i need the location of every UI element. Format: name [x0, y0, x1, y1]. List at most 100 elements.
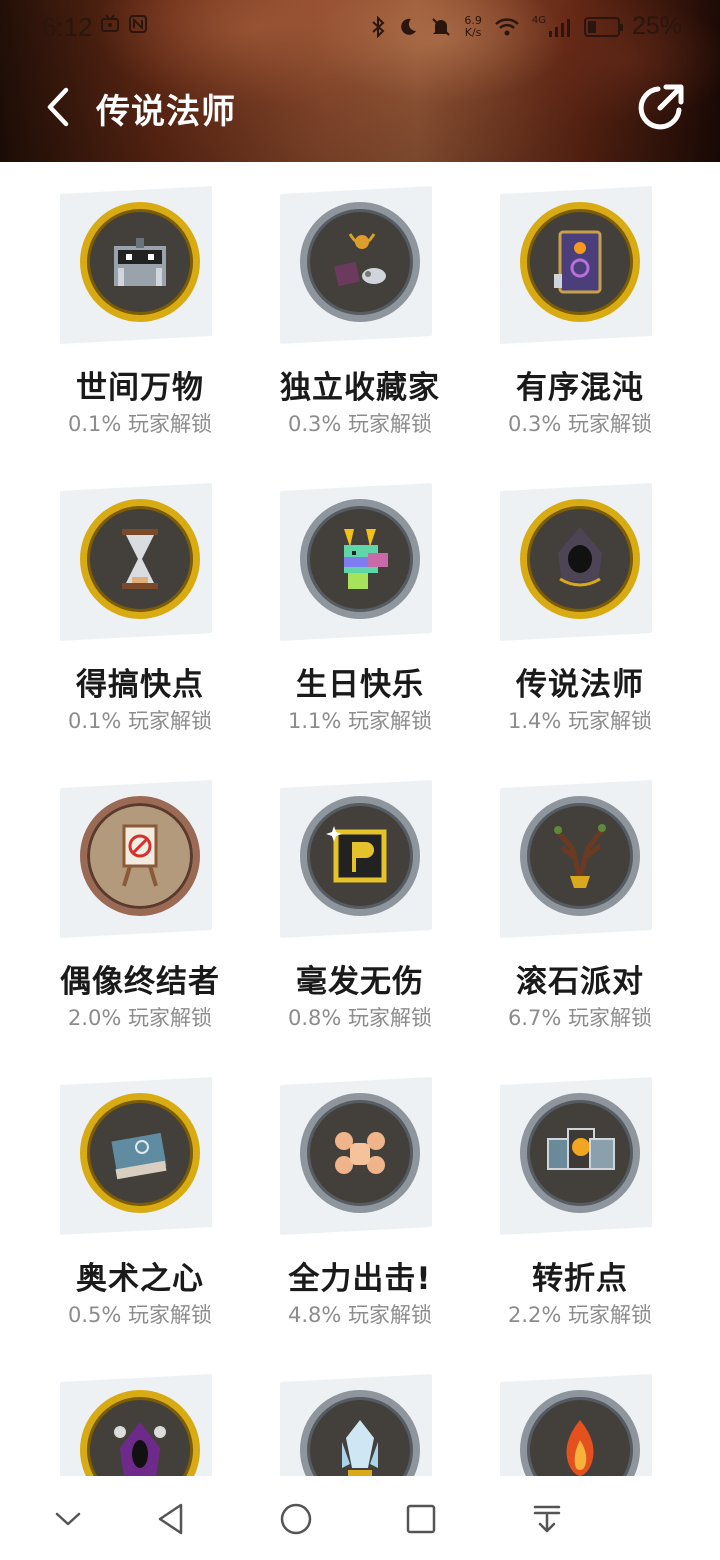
achievement-title: 奥术之心	[76, 1261, 204, 1297]
silver-ring-badge	[300, 796, 420, 916]
achievement-grid: 世间万物 0.1% 玩家解锁 独立收藏家 0.3% 玩家解锁 有序混沌 0.3% 玩家解锁…	[0, 162, 720, 1476]
achievement-unlock-rate: 2.0% 玩家解锁	[67, 1006, 213, 1030]
share-button[interactable]	[632, 80, 688, 136]
nfc-icon	[129, 15, 147, 33]
achievement-title: 世间万物	[76, 370, 204, 406]
gold-ring-badge	[520, 499, 640, 619]
speed-unit: K/s	[464, 25, 482, 39]
share-icon	[638, 84, 684, 130]
network-speed: 6.9 K/s	[464, 13, 482, 39]
achievement-title: 毫发无伤	[296, 964, 424, 1000]
achievement-badge-wrap	[280, 1077, 440, 1235]
achievement-item[interactable]: 得搞快点 0.1% 玩家解锁	[40, 459, 240, 739]
treant-mask-icon	[554, 824, 606, 888]
achievement-title: 独立收藏家	[280, 370, 440, 406]
easel-sign-icon	[122, 824, 158, 887]
back-triangle-icon	[158, 1503, 183, 1535]
achievement-item[interactable]: 偶像终结者 2.0% 玩家解锁	[40, 756, 240, 1036]
bronze-ring-badge	[80, 796, 200, 916]
achievement-item[interactable]: 传说法师 1.4% 玩家解锁	[480, 459, 680, 739]
achievement-unlock-rate: 0.8% 玩家解锁	[287, 1006, 433, 1030]
collectibles-icon	[334, 233, 386, 287]
achievement-badge-wrap	[500, 1077, 660, 1235]
silver-ring-badge	[520, 796, 640, 916]
treasure-chest-icon	[114, 238, 166, 286]
achievement-item[interactable]: 世间万物 0.1% 玩家解锁	[40, 162, 240, 442]
wifi-icon	[494, 17, 519, 35]
recents-square-icon	[406, 1504, 436, 1534]
achievement-item[interactable]: 毫发无伤 0.8% 玩家解锁	[260, 756, 460, 1036]
nav-pull-down-button[interactable]	[522, 1494, 572, 1544]
achievement-title: 滚石派对	[516, 964, 644, 1000]
achievement-unlock-rate: 6.7% 玩家解锁	[507, 1006, 653, 1030]
achievement-title: 转折点	[532, 1261, 628, 1297]
silver-ring-badge	[300, 499, 420, 619]
achievement-item[interactable]	[480, 1350, 680, 1476]
achievement-item[interactable]: 全力出击! 4.8% 玩家解锁	[260, 1053, 460, 1333]
achievement-title: 传说法师	[516, 667, 644, 703]
achievement-title: 偶像终结者	[60, 964, 220, 1000]
achievement-badge-wrap	[60, 186, 220, 344]
achievement-badge-wrap	[500, 1374, 660, 1476]
achievement-badge-wrap	[500, 186, 660, 344]
battery-icon	[583, 16, 623, 37]
spellbook-icon	[111, 1132, 167, 1180]
achievement-unlock-rate: 0.5% 玩家解锁	[67, 1303, 213, 1327]
cards-icon	[547, 1128, 615, 1170]
gold-ring-badge	[80, 202, 200, 322]
pull-down-icon	[533, 1505, 561, 1533]
silver-ring-badge	[300, 202, 420, 322]
achievement-item[interactable]	[260, 1350, 460, 1476]
achievement-item[interactable]: 有序混沌 0.3% 玩家解锁	[480, 162, 680, 442]
chevron-left-icon	[47, 87, 69, 127]
status-time: 6:12	[42, 12, 93, 42]
achievement-badge-wrap	[280, 1374, 440, 1476]
achievement-badge-wrap	[60, 780, 220, 938]
gold-ring-badge	[80, 499, 200, 619]
achievement-unlock-rate: 4.8% 玩家解锁	[287, 1303, 433, 1327]
collapse-button[interactable]	[43, 1494, 93, 1544]
achievement-item[interactable]: 生日快乐 1.1% 玩家解锁	[260, 459, 460, 739]
achievement-item[interactable]: 独立收藏家 0.3% 玩家解锁	[260, 162, 460, 442]
achievement-unlock-rate: 0.1% 玩家解锁	[67, 709, 213, 733]
nav-home-button[interactable]	[271, 1494, 321, 1544]
hourglass-icon	[122, 529, 158, 589]
spell-card-icon	[554, 230, 602, 294]
silver-ring-badge	[300, 1093, 420, 1213]
rainbow-llama-icon	[344, 529, 388, 589]
gold-ring-badge	[520, 202, 640, 322]
achievement-unlock-rate: 0.1% 玩家解锁	[67, 412, 213, 436]
notification-app-icon	[101, 14, 119, 32]
achievement-item[interactable]: 转折点 2.2% 玩家解锁	[480, 1053, 680, 1333]
nav-back-button[interactable]	[146, 1494, 196, 1544]
page-title: 传说法师	[96, 92, 236, 132]
achievement-unlock-rate: 1.4% 玩家解锁	[507, 709, 653, 733]
achievement-item[interactable]: 滚石派对 6.7% 玩家解锁	[480, 756, 680, 1036]
speed-value: 6.9	[464, 13, 482, 27]
fists-icon	[335, 1132, 385, 1174]
flame-icon	[566, 1420, 594, 1476]
achievement-badge-wrap	[280, 780, 440, 938]
achievement-item[interactable]	[40, 1350, 240, 1476]
nav-recents-button[interactable]	[396, 1494, 446, 1544]
achievement-unlock-rate: 0.3% 玩家解锁	[507, 412, 653, 436]
back-button[interactable]	[40, 84, 80, 130]
home-circle-icon	[280, 1503, 312, 1535]
status-right: 6.9 K/s 4G 25%	[370, 12, 682, 41]
achievement-badge-wrap	[60, 1077, 220, 1235]
achievement-unlock-rate: 1.1% 玩家解锁	[287, 709, 433, 733]
achievement-title: 全力出击!	[288, 1261, 432, 1297]
achievement-item[interactable]: 奥术之心 0.5% 玩家解锁	[40, 1053, 240, 1333]
mute-bell-icon	[432, 17, 451, 36]
shadow-mage-icon	[114, 1422, 166, 1476]
status-bar: 6:12 6.9 K/s 4G 25%	[0, 0, 720, 52]
header: 6:12 6.9 K/s 4G 25% 传说法师	[0, 0, 720, 162]
silver-ring-badge	[520, 1093, 640, 1213]
achievement-badge-wrap	[280, 186, 440, 344]
hooded-wizard-icon	[558, 527, 602, 587]
navigation-bar	[0, 1476, 720, 1560]
achievement-badge-wrap	[500, 780, 660, 938]
p-block-icon	[326, 826, 387, 883]
achievement-unlock-rate: 2.2% 玩家解锁	[507, 1303, 653, 1327]
bluetooth-icon	[372, 15, 385, 38]
